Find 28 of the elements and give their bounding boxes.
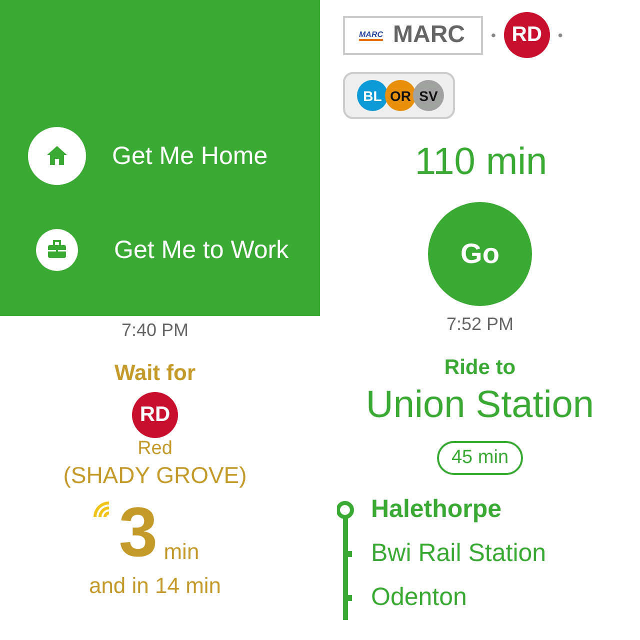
marc-label: MARC	[393, 21, 465, 49]
separator-dot: •	[558, 27, 563, 43]
stop-name: Bwi Rail Station	[371, 538, 546, 569]
next-departure: and in 14 min	[88, 573, 222, 599]
ride-duration: 45 min	[437, 441, 523, 475]
minutes-unit: min	[164, 539, 200, 565]
direction: (SHADY GROVE)	[62, 462, 248, 489]
line-badge: BL	[357, 80, 388, 111]
departure-time: 7:52 PM	[445, 314, 515, 336]
separator-dot: •	[491, 27, 496, 43]
destination: Union Station	[364, 384, 596, 427]
stop-name: Halethorpe	[371, 494, 503, 525]
line-badge: SV	[413, 80, 444, 111]
line-name: Red	[136, 438, 174, 460]
line-badge: OR	[385, 80, 416, 111]
trip-duration: 110 min	[414, 141, 548, 184]
wait-heading: Wait for	[113, 360, 197, 386]
menu-item[interactable]: Get Me to Work	[0, 229, 320, 271]
menu-item[interactable]: Get Me Home	[0, 127, 320, 185]
line-badge: RD	[132, 392, 178, 438]
ride-heading: Ride to	[443, 356, 517, 380]
marc-logo: MARC	[359, 30, 383, 40]
stop-name: Odenton	[371, 582, 468, 613]
departure-time: 7:40 PM	[120, 320, 190, 342]
minutes-value: 3	[118, 497, 158, 567]
home-icon	[45, 144, 69, 168]
go-button[interactable]: Go	[428, 202, 532, 306]
line-badge: RD	[504, 12, 550, 58]
